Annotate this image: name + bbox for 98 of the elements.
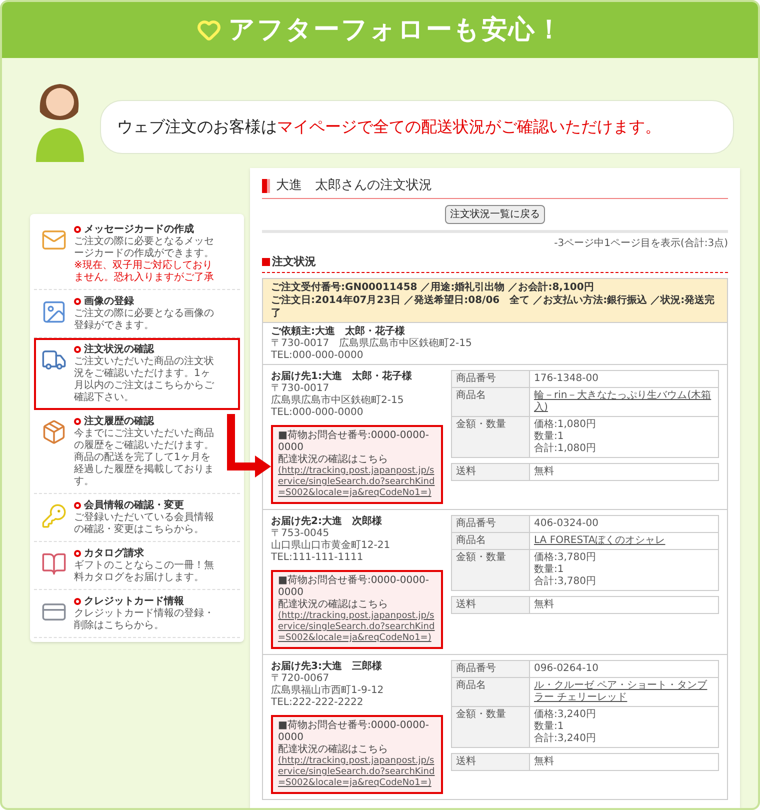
menu-item[interactable]: カタログ請求 ギフトのことならこの一冊！無料カタログをお届けします。 <box>34 542 240 590</box>
tracking-link[interactable]: (http://tracking.post.japanpost.jp/service/singleSearch.do?searchKind=S002&locale=ja&reqCodeNo1=) <box>278 466 436 499</box>
detail-label: 商品番号 <box>452 661 530 677</box>
menu-item[interactable]: 画像の登録 ご注文の際に必要となる画像の登録ができます。 <box>34 290 240 338</box>
summary-line: ご注文受付番号:GN00011458 ／用途:婚礼引出物 ／お会計:8,100円 <box>271 281 595 294</box>
tracking-note: 配達状況の確認はこちら <box>278 599 389 611</box>
requester-name: ご依頼主:大進 太郎・花子様 <box>271 325 406 338</box>
tracking-link[interactable]: (http://tracking.post.japanpost.jp/service/singleSearch.do?searchKind=S002&locale=ja&reqCodeNo1=) <box>278 611 436 644</box>
picture-icon <box>41 299 67 325</box>
key-icon <box>41 503 67 529</box>
detail-value: 合計:1,080円 <box>534 443 596 455</box>
tracking-number: ■荷物お問合せ番号:0000-0000-0000 <box>278 575 430 598</box>
bullet-icon <box>74 346 81 353</box>
page-info: -3ページ中1ページ目を表示(合計:3点) <box>554 236 728 250</box>
requester-phone: TEL:000-000-0000 <box>271 350 364 362</box>
recipient-name: お届け先2:大進 次郎様 <box>271 515 383 528</box>
detail-value: 無料 <box>533 598 555 612</box>
bullet-icon <box>74 502 81 509</box>
detail-label: 商品番号 <box>452 516 530 532</box>
bullet-icon <box>74 598 81 605</box>
postal-code: 〒730-0017 <box>271 383 330 394</box>
product-link[interactable]: 輪－rin－大きなたっぷり生バウム(木箱入) <box>534 390 714 414</box>
menu-item-description: ギフトのことならこの一冊！無料カタログをお届けします。 <box>74 560 215 584</box>
tracking-number: ■荷物お問合せ番号:0000-0000-0000 <box>278 430 430 454</box>
title-marker-icon <box>262 178 270 193</box>
detail-value: 合計:3,240円 <box>534 733 596 745</box>
address: 広島県広島市中区鉄砲町2-15 <box>271 395 405 407</box>
detail-value: 合計:3,780円 <box>534 576 596 588</box>
detail-value: 価格:3,240円 <box>534 709 596 721</box>
detail-label: 送料 <box>452 754 530 770</box>
menu-item[interactable]: クレジットカード情報 クレジットカード情報の登録・削除はこちらから。 <box>34 590 240 638</box>
menu-item-description: ご注文の際に必要となる画像の登録ができます。 <box>74 308 215 332</box>
menu-item-description: 今までにご注文いただいた商品の履歴をご確認いただけます。商品の配送を完了して1ヶ月を経過した履歴を掲載しております。 <box>74 428 215 488</box>
menu-item-description: ご注文いただいた商品の注文状況をご確認いただけます。1ヶ月以内のご注文はこちらからご確認下さい。 <box>74 356 215 404</box>
product-link[interactable]: LA FORESTAぼくのオシャレ <box>534 535 666 547</box>
detail-label: 金額・数量 <box>452 417 530 457</box>
detail-value: 数量:1 <box>534 564 565 576</box>
address: 広島県福山市西町1-9-12 <box>271 685 385 697</box>
detail-value: 価格:1,080円 <box>534 419 596 431</box>
bullet-icon <box>74 226 81 233</box>
page-title: 大進 太郎さんの注文状況 <box>276 177 432 195</box>
menu-item[interactable]: 会員情報の確認・変更 ご登録いただいている会員情報の確認・変更はこちらから。 <box>34 494 240 542</box>
summary-line: ご注文日:2014年07月23日 ／発送希望日:08/06 全て ／お支払い方法:銀行振込 ／状況:発送完了 <box>271 294 716 320</box>
detail-value: 無料 <box>533 754 555 769</box>
menu-item-title: 画像の登録 <box>84 295 134 308</box>
detail-value: 無料 <box>533 464 555 479</box>
back-button[interactable]: 注文状況一覧に戻る <box>445 204 545 224</box>
address: 山口県山口市黄金町12-21 <box>271 540 392 552</box>
section-title: 注文状況 <box>272 254 316 270</box>
bullet-icon <box>74 418 81 425</box>
detail-label: 送料 <box>452 597 530 613</box>
phone-number: TEL:000-000-0000 <box>271 407 364 419</box>
detail-label: 金額・数量 <box>452 707 530 747</box>
tracking-link[interactable]: (http://tracking.post.japanpost.jp/service/singleSearch.do?searchKind=S002&locale=ja&reqCodeNo1=) <box>278 756 436 789</box>
detail-value: 096-0264-10 <box>534 663 598 675</box>
menu-item-description: ご注文の際に必要となるメッセージカードの作成ができます。 <box>74 236 215 260</box>
menu-item-note: ※現在、双子用ご対応しておりません。恐れ入りますがご了承 <box>74 260 215 284</box>
menu-item[interactable]: 注文履歴の確認 今までにご注文いただいた商品の履歴をご確認いただけます。商品の配送を完了して1ヶ月を経過した履歴を掲載しております。 <box>34 410 240 494</box>
postal-code: 〒753-0045 <box>271 528 330 540</box>
tracking-number: ■荷物お問合せ番号:0000-0000-0000 <box>278 720 430 744</box>
detail-value: 価格:3,780円 <box>534 552 596 564</box>
detail-label: 商品名 <box>452 678 530 706</box>
postal-code: 〒720-0067 <box>271 673 330 684</box>
recipient-name: お届け先3:大進 三郎様 <box>271 660 383 673</box>
detail-label: 送料 <box>452 464 530 480</box>
detail-value: 406-0324-00 <box>534 518 598 530</box>
bullet-icon <box>74 298 81 305</box>
tracking-note: 配達状況の確認はこちら <box>278 744 389 756</box>
recipient-name: お届け先1:大進 太郎・花子様 <box>271 370 413 383</box>
product-link[interactable]: ル・クルーゼ ペア・ショート・タンブラー チェリーレッド <box>534 680 714 704</box>
detail-label: 商品名 <box>452 388 530 416</box>
phone-number: TEL:111-111-1111 <box>271 552 364 564</box>
menu-item-title: 会員情報の確認・変更 <box>84 499 184 512</box>
detail-label: 商品名 <box>452 533 530 549</box>
menu-item-title: クレジットカード情報 <box>84 595 184 608</box>
banner-title: アフターフォローも安心！ <box>228 14 564 46</box>
detail-label: 金額・数量 <box>452 550 530 590</box>
detail-value: 176-1348-00 <box>534 373 598 385</box>
menu-item-description: ご登録いただいている会員情報の確認・変更はこちらから。 <box>74 512 215 536</box>
book-icon <box>41 551 67 577</box>
detail-value: 数量:1 <box>534 431 565 442</box>
phone-number: TEL:222-222-2222 <box>271 697 364 709</box>
menu-item-title: カタログ請求 <box>84 547 144 560</box>
menu-item-title: メッセージカードの作成 <box>84 223 194 236</box>
detail-value: 数量:1 <box>534 721 565 732</box>
menu-item-title: 注文履歴の確認 <box>84 415 154 428</box>
box-icon <box>41 419 67 445</box>
menu-item[interactable]: メッセージカードの作成 ご注文の際に必要となるメッセージカードの作成ができます。 ※現在、双子用ご対応しておりません。恐れ入りますがご了承 <box>34 218 240 290</box>
bubble-text: ウェブ注文のお客様はマイページで全ての配送状況がご確認いただけます。 <box>117 117 661 136</box>
menu-item[interactable]: 注文状況の確認 ご注文いただいた商品の注文状況をご確認いただけます。1ヶ月以内のご注文はこちらからご確認下さい。 <box>34 338 240 410</box>
section-marker-icon <box>262 258 270 266</box>
menu-item-description: クレジットカード情報の登録・削除はこちらから。 <box>74 608 215 632</box>
detail-label: 商品番号 <box>452 371 530 387</box>
tracking-note: 配達状況の確認はこちら <box>278 454 389 466</box>
heart-icon <box>196 18 221 42</box>
menu-item-title: 注文状況の確認 <box>84 343 154 356</box>
bullet-icon <box>74 550 81 557</box>
requester-address: 〒730-0017 広島県広島市中区鉄砲町2-15 <box>271 338 473 350</box>
